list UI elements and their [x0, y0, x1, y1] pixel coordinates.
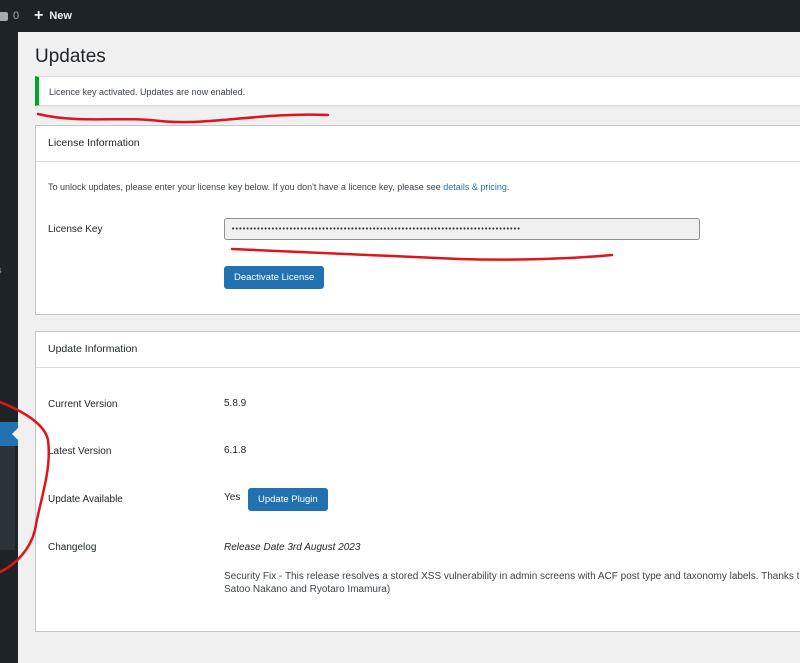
- license-intro-text: To unlock updates, please enter your lic…: [48, 182, 444, 192]
- latest-version-label: Latest Version: [48, 446, 112, 457]
- sidebar-submenu[interactable]: [0, 446, 15, 550]
- current-version-value: 5.8.9: [224, 398, 247, 409]
- update-available-value: Yes: [224, 492, 241, 503]
- page-title: Updates: [35, 46, 106, 67]
- notice-text: Licence key activated. Updates are now e…: [49, 87, 246, 97]
- license-intro: To unlock updates, please enter your lic…: [48, 182, 509, 192]
- license-intro-end: .: [506, 182, 510, 192]
- plus-icon: +: [34, 7, 44, 24]
- changelog-label: Changelog: [48, 542, 97, 553]
- admin-sidebar-menu: [0, 32, 18, 663]
- update-information-box: Update Information Current Version 5.8.9…: [35, 331, 800, 632]
- release-date: Release Date 3rd August 2023: [224, 542, 361, 553]
- admin-bar-comments[interactable]: 0: [0, 10, 19, 22]
- new-label: New: [49, 9, 72, 22]
- update-available-label: Update Available: [48, 494, 123, 505]
- current-menu-arrow-icon: [12, 428, 18, 440]
- update-box-title: Update Information: [36, 332, 800, 368]
- license-key-label: License Key: [48, 224, 103, 235]
- license-box-title: License Information: [36, 126, 800, 162]
- details-pricing-link[interactable]: details & pricing: [443, 182, 507, 192]
- comments-count: 0: [13, 10, 20, 22]
- changelog-text: Security Fix - This release resolves a s…: [224, 571, 800, 595]
- latest-version-value: 6.1.8: [224, 445, 247, 456]
- admin-bar: 0 + New: [0, 0, 800, 32]
- deactivate-license-button[interactable]: Deactivate License: [224, 266, 325, 289]
- admin-bar-new[interactable]: + New: [34, 7, 72, 24]
- notice-underline-mark: [36, 112, 330, 124]
- current-version-label: Current Version: [48, 399, 118, 410]
- license-information-box: License Information To unlock updates, p…: [35, 125, 800, 315]
- license-key-input[interactable]: [224, 218, 700, 240]
- comment-bubble-icon: [0, 11, 8, 21]
- menu-item-icon[interactable]: s: [0, 265, 2, 275]
- update-plugin-button[interactable]: Update Plugin: [248, 488, 328, 511]
- success-notice: Licence key activated. Updates are now e…: [35, 76, 800, 106]
